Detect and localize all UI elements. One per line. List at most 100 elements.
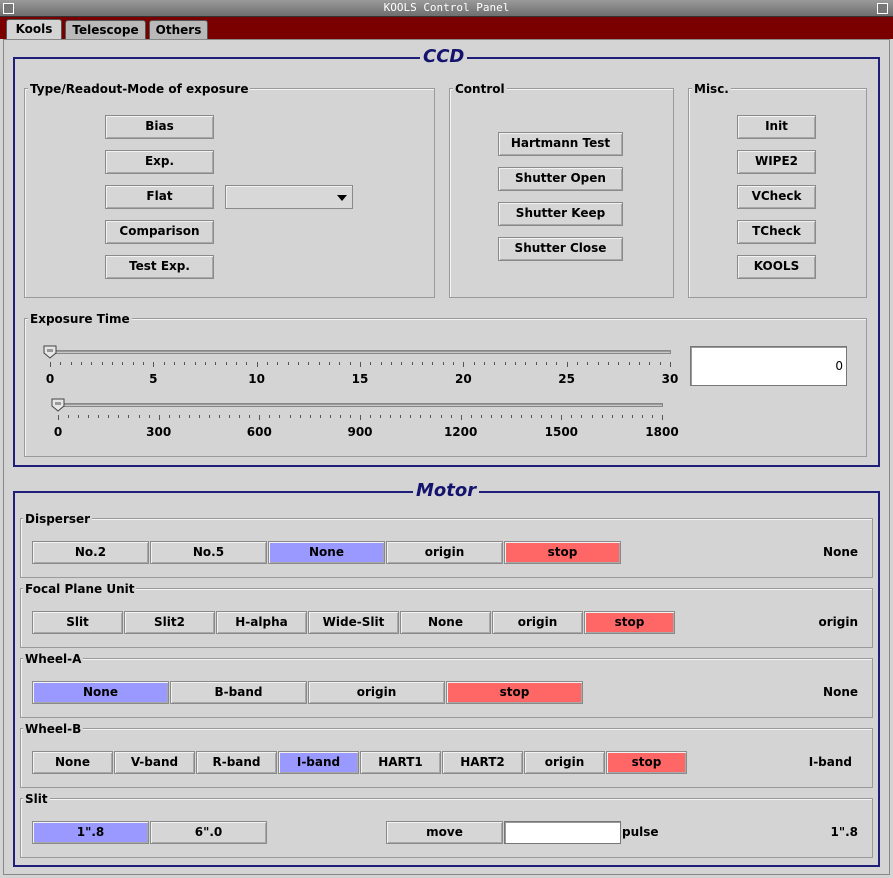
slider-tick [571, 415, 573, 418]
slider-tick [628, 362, 630, 365]
exposure-time-label: Exposure Time [28, 312, 132, 326]
fpu-slit-button[interactable]: Slit [32, 611, 123, 634]
init-button[interactable]: Init [737, 115, 816, 139]
wheel-b-v-band-button[interactable]: V-band [114, 751, 195, 774]
slider-tick [430, 415, 432, 418]
motor-title: Motor [413, 481, 480, 501]
fpu-label: Focal Plane Unit [23, 582, 137, 596]
wheel-a-b-band-button[interactable]: B-band [170, 681, 307, 704]
comparison-button[interactable]: Comparison [105, 220, 214, 244]
pulse-input[interactable] [504, 821, 621, 844]
wheel-b-origin-button[interactable]: origin [524, 751, 605, 774]
disperser-origin-button[interactable]: origin [386, 541, 503, 564]
slider-tick-label: 25 [558, 372, 575, 386]
slider-tick [608, 362, 609, 365]
slider-tick [662, 415, 663, 420]
slider-tick [577, 362, 578, 365]
fpu-slit2-button[interactable]: Slit2 [124, 611, 215, 634]
kools-button[interactable]: KOOLS [737, 255, 816, 279]
exposure-slider-30s[interactable]: 0 5 10 15 20 25 30 [30, 340, 690, 390]
slider-tick [453, 362, 454, 365]
disperser-stop-button[interactable]: stop [504, 541, 621, 564]
tab-kools[interactable]: Kools [6, 19, 62, 40]
wheel-a-origin-button[interactable]: origin [308, 681, 445, 704]
slider-tick [410, 415, 412, 418]
window-titlebar[interactable]: KOOLS Control Panel [0, 0, 893, 17]
slider-tick [329, 415, 331, 418]
fpu-wide-slit-button[interactable]: Wide-Slit [308, 611, 399, 634]
tab-others[interactable]: Others [149, 20, 208, 39]
control-label: Control [453, 82, 507, 96]
wheel-b-r-band-button[interactable]: R-band [196, 751, 277, 774]
fpu-origin-button[interactable]: origin [492, 611, 583, 634]
disperser-no2-button[interactable]: No.2 [32, 541, 149, 564]
fpu-stop-button[interactable]: stop [584, 611, 675, 634]
slider-tick [138, 415, 140, 418]
wipe2-button[interactable]: WIPE2 [737, 150, 816, 174]
slider-tick [58, 415, 59, 420]
exposure-time-field[interactable]: 0 [690, 346, 847, 386]
wheel-b-none-button[interactable]: None [32, 751, 113, 774]
slider-tick-label: 10 [248, 372, 265, 386]
fpu-halpha-button[interactable]: H-alpha [216, 611, 307, 634]
slider-tick [184, 362, 186, 365]
slider-tick [659, 362, 661, 365]
shutter-keep-button[interactable]: Shutter Keep [498, 202, 623, 226]
disperser-status: None [823, 545, 858, 559]
shutter-open-button[interactable]: Shutter Open [498, 167, 623, 191]
slider-tick [546, 362, 547, 365]
slider-thumb[interactable] [43, 345, 57, 359]
slider-tick [360, 362, 361, 367]
tcheck-button[interactable]: TCheck [737, 220, 816, 244]
slider-tick [267, 362, 268, 365]
vcheck-button[interactable]: VCheck [737, 185, 816, 209]
window-title: KOOLS Control Panel [383, 1, 510, 14]
slider-tick [422, 362, 423, 365]
wheel-b-stop-button[interactable]: stop [606, 751, 687, 774]
slit-1-8-button[interactable]: 1".8 [32, 821, 149, 844]
test-exp-button[interactable]: Test Exp. [105, 255, 214, 279]
wheel-b-hart2-button[interactable]: HART2 [442, 751, 523, 774]
slider-tick [239, 415, 241, 418]
flat-select[interactable] [225, 185, 353, 209]
window-maximize-icon[interactable] [877, 3, 888, 14]
slider-tick [128, 415, 130, 418]
chevron-down-icon [337, 195, 347, 201]
exp-button[interactable]: Exp. [105, 150, 214, 174]
slit-move-button[interactable]: move [386, 821, 503, 844]
wheel-a-stop-button[interactable]: stop [446, 681, 583, 704]
slider-tick [460, 415, 462, 420]
slider-tick [319, 415, 321, 418]
flat-button[interactable]: Flat [105, 185, 214, 209]
slider-tick [158, 415, 160, 420]
disperser-no5-button[interactable]: No.5 [150, 541, 267, 564]
slider-tick [400, 415, 402, 418]
slider-tick [551, 415, 553, 418]
slider-tick [581, 415, 583, 418]
slider-tick [279, 415, 281, 418]
slider-tick [591, 415, 593, 418]
hartmann-test-button[interactable]: Hartmann Test [498, 132, 623, 156]
exposure-slider-1800s[interactable]: 0 300 600 900 1200 1500 1800 [38, 394, 690, 444]
slider-tick [411, 362, 413, 365]
slider-thumb[interactable] [51, 398, 65, 412]
bias-button[interactable]: Bias [105, 115, 214, 139]
disperser-none-button[interactable]: None [268, 541, 385, 564]
slider-tick [587, 362, 589, 365]
fpu-none-button[interactable]: None [400, 611, 491, 634]
slider-tick [329, 362, 330, 365]
slit-6-0-button[interactable]: 6".0 [150, 821, 267, 844]
wheel-b-i-band-button[interactable]: I-band [278, 751, 359, 774]
shutter-close-button[interactable]: Shutter Close [498, 237, 623, 261]
wheel-a-none-button[interactable]: None [32, 681, 169, 704]
slider-tick [299, 415, 301, 418]
slider-tick [500, 415, 502, 418]
wheel-b-hart1-button[interactable]: HART1 [360, 751, 441, 774]
slider-tick [277, 362, 279, 365]
slider-tick [194, 362, 196, 365]
slider-tick [122, 362, 124, 365]
slider-tick [535, 362, 537, 365]
tab-telescope[interactable]: Telescope [65, 20, 146, 39]
slider-tick [70, 362, 72, 365]
slider-tick [225, 362, 227, 365]
